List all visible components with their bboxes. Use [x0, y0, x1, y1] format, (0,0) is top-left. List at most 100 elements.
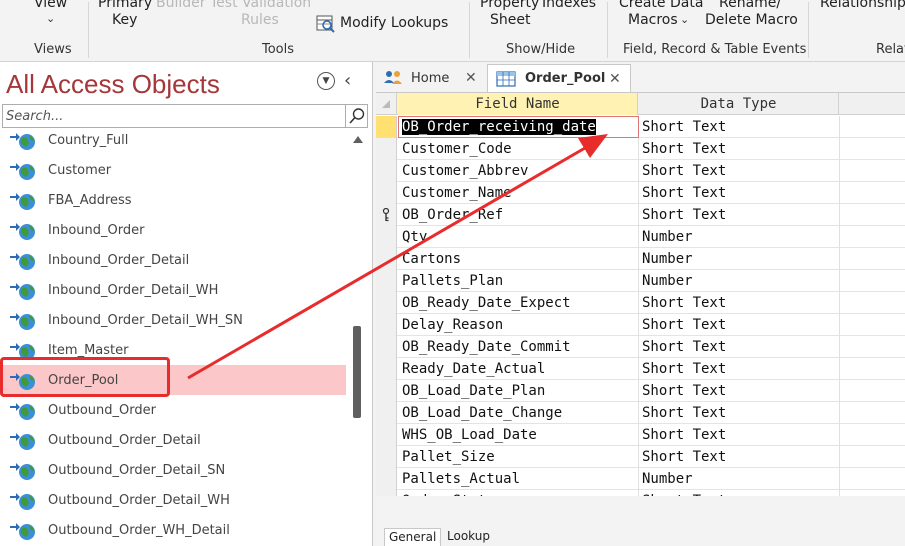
nav-item-table[interactable]: FBA_Address	[0, 185, 346, 215]
data-type-cell[interactable]: Short Text	[642, 360, 726, 378]
data-type-cell[interactable]: Short Text	[642, 206, 726, 224]
test-rules-label-2[interactable]: Rules	[241, 11, 279, 29]
nav-item-table[interactable]: Customer	[0, 155, 346, 185]
field-name-cell[interactable]: Pallets_Actual	[402, 470, 520, 488]
field-name-cell[interactable]: Qty	[402, 228, 427, 246]
row-selector[interactable]	[376, 182, 397, 204]
indexes-button[interactable]: Indexes	[542, 0, 596, 12]
field-name-cell[interactable]: OB_Ready_Date_Expect	[402, 294, 571, 312]
data-type-cell[interactable]: Number	[642, 250, 693, 268]
data-type-cell[interactable]: Short Text	[642, 404, 726, 422]
field-name-cell[interactable]: Ready_Date_Actual	[402, 360, 545, 378]
field-name-cell[interactable]: Cartons	[402, 250, 461, 268]
field-name-cell[interactable]: OB_Order_receiving_date	[402, 118, 596, 136]
row-selector[interactable]	[376, 380, 397, 402]
column-header-data-type[interactable]: Data Type	[639, 93, 839, 115]
table-row[interactable]: Pallet_Size Short Text	[376, 446, 905, 468]
tab-order-pool-close-icon[interactable]: ✕	[609, 71, 621, 87]
table-row[interactable]: Ready_Date_Actual Short Text	[376, 358, 905, 380]
table-row[interactable]: WHS_OB_Load_Date Short Text	[376, 424, 905, 446]
nav-item-table[interactable]: Outbound_Order_WH_Detail	[0, 515, 346, 545]
row-selector[interactable]	[376, 226, 397, 248]
scroll-up-arrow-icon[interactable]	[353, 136, 363, 143]
row-selector[interactable]	[376, 248, 397, 270]
data-type-cell[interactable]: Short Text	[642, 140, 726, 158]
data-type-cell[interactable]: Short Text	[642, 426, 726, 444]
tab-order-pool[interactable]: Order_Pool ✕	[487, 64, 631, 92]
modify-lookups-button[interactable]: Modify Lookups	[316, 12, 448, 34]
tab-lookup[interactable]: Lookup	[443, 528, 494, 546]
row-selector[interactable]	[376, 116, 397, 138]
column-header-description[interactable]	[840, 93, 905, 115]
relationships-button[interactable]: Relationships	[820, 0, 905, 12]
data-type-cell[interactable]: Short Text	[642, 382, 726, 400]
data-type-cell[interactable]: Number	[642, 228, 693, 246]
data-type-cell[interactable]: Short Text	[642, 448, 726, 466]
nav-item-table[interactable]: Outbound_Order_Detail_SN	[0, 455, 346, 485]
nav-menu-chevron-icon[interactable]: ▼	[317, 72, 335, 90]
nav-scrollbar[interactable]	[350, 124, 364, 546]
view-chevron-icon[interactable]: ⌄	[46, 12, 55, 25]
table-row[interactable]: Pallets_Plan Number	[376, 270, 905, 292]
nav-pane-title[interactable]: All Access Objects	[6, 68, 220, 100]
data-type-cell[interactable]: Number	[642, 272, 693, 290]
row-selector[interactable]	[376, 270, 397, 292]
property-sheet-label-2[interactable]: Sheet	[490, 11, 530, 29]
field-name-cell[interactable]: Customer_Abbrev	[402, 162, 528, 180]
row-selector[interactable]	[376, 358, 397, 380]
row-selector[interactable]	[376, 424, 397, 446]
table-row[interactable]: Cartons Number	[376, 248, 905, 270]
row-selector[interactable]	[376, 402, 397, 424]
nav-item-table[interactable]: Outbound_Order	[0, 395, 346, 425]
field-name-cell[interactable]: WHS_OB_Load_Date	[402, 426, 537, 444]
row-selector[interactable]	[376, 468, 397, 490]
data-type-cell[interactable]: Number	[642, 470, 693, 488]
data-type-cell[interactable]: Short Text	[642, 316, 726, 334]
nav-item-table[interactable]: Inbound_Order_Detail_WH_SN	[0, 305, 346, 335]
create-macros-label-2[interactable]: Macros	[628, 11, 678, 29]
table-row[interactable]: Customer_Code Short Text	[376, 138, 905, 160]
field-name-cell[interactable]: OB_Load_Date_Change	[402, 404, 562, 422]
tab-home[interactable]: Home ✕	[381, 64, 486, 92]
tab-home-close-icon[interactable]: ✕	[465, 70, 477, 86]
row-selector[interactable]	[376, 336, 397, 358]
view-button[interactable]: View	[34, 0, 67, 12]
field-name-cell[interactable]: Pallet_Size	[402, 448, 495, 466]
builder-button[interactable]: Builder	[156, 0, 206, 12]
select-all-corner[interactable]	[376, 93, 397, 115]
data-type-cell[interactable]: Short Text	[642, 162, 726, 180]
scroll-thumb[interactable]	[353, 326, 361, 418]
nav-item-table[interactable]: Outbound_Order_Detail_WH	[0, 485, 346, 515]
table-row[interactable]: Qty Number	[376, 226, 905, 248]
table-row[interactable]: OB_Ready_Date_Expect Short Text	[376, 292, 905, 314]
table-row[interactable]: OB_Load_Date_Change Short Text	[376, 402, 905, 424]
nav-item-table[interactable]: Country_Full	[0, 125, 346, 155]
nav-collapse-icon[interactable]: ‹	[344, 70, 351, 91]
field-name-cell[interactable]: OB_Order_Ref	[402, 206, 503, 224]
table-row[interactable]: OB_Order_receiving_date Short Text	[376, 116, 905, 138]
table-row[interactable]: OB_Ready_Date_Commit Short Text	[376, 336, 905, 358]
tab-general[interactable]: General	[384, 528, 442, 546]
table-row[interactable]: Customer_Abbrev Short Text	[376, 160, 905, 182]
field-name-cell[interactable]: Pallets_Plan	[402, 272, 503, 290]
row-selector[interactable]	[376, 138, 397, 160]
rename-macro-label-2[interactable]: Delete Macro	[705, 11, 798, 29]
table-row[interactable]: Pallets_Actual Number	[376, 468, 905, 490]
nav-item-table[interactable]: Outbound_Order_Detail	[0, 425, 346, 455]
data-type-cell[interactable]: Short Text	[642, 184, 726, 202]
row-selector[interactable]	[376, 446, 397, 468]
create-macros-chevron-icon[interactable]: ⌄	[680, 13, 689, 26]
data-type-cell[interactable]: Short Text	[642, 294, 726, 312]
table-row[interactable]: Delay_Reason Short Text	[376, 314, 905, 336]
row-selector[interactable]	[376, 160, 397, 182]
column-header-field-name[interactable]: Field Name	[398, 93, 638, 115]
nav-item-table[interactable]: Inbound_Order_Detail	[0, 245, 346, 275]
nav-item-table[interactable]: Inbound_Order	[0, 215, 346, 245]
primary-key-label-2[interactable]: Key	[112, 11, 137, 29]
nav-item-table[interactable]: Inbound_Order_Detail_WH	[0, 275, 346, 305]
data-type-cell[interactable]: Short Text	[642, 338, 726, 356]
field-name-cell[interactable]: OB_Ready_Date_Commit	[402, 338, 571, 356]
field-name-cell[interactable]: Delay_Reason	[402, 316, 503, 334]
table-row[interactable]: OB_Order_Ref Short Text	[376, 204, 905, 226]
table-row[interactable]: Customer_Name Short Text	[376, 182, 905, 204]
